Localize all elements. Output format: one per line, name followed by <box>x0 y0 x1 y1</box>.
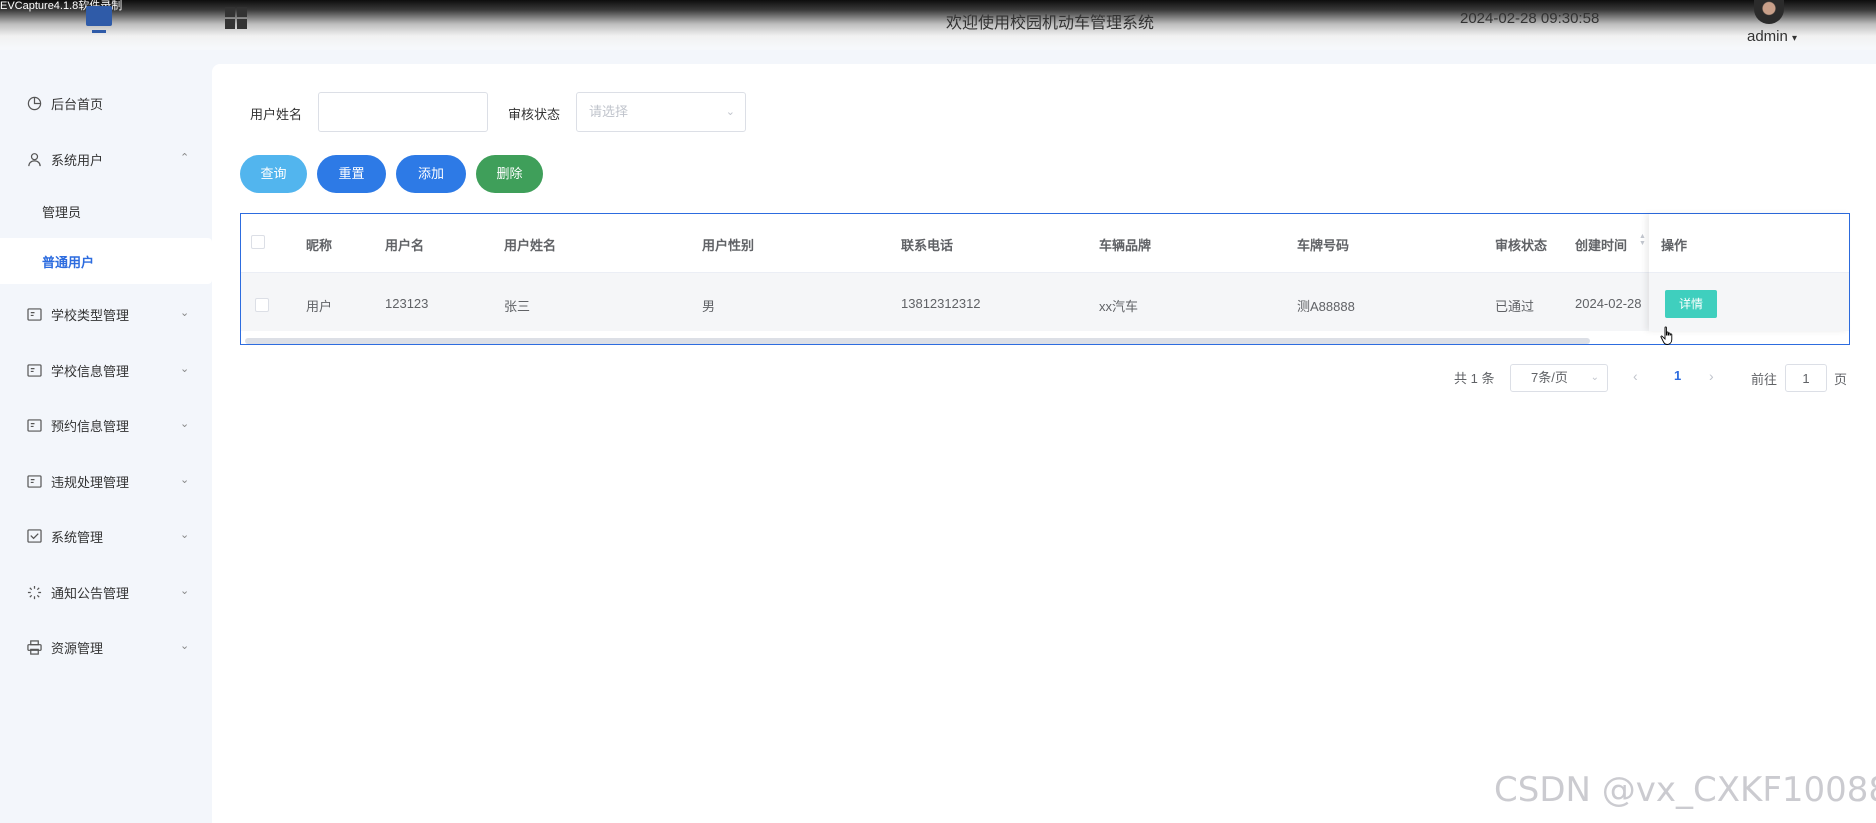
sidebar-subitem-admins[interactable]: 管理员 <box>0 188 212 234</box>
user-menu[interactable]: admin ▾ <box>1747 28 1797 45</box>
status-select[interactable]: 请选择 ⌄ <box>576 92 746 132</box>
column-header: 车牌号码 <box>1297 238 1350 253</box>
sidebar-item-label: 学校信息管理 <box>51 363 130 379</box>
current-page[interactable]: 1 <box>1674 368 1681 383</box>
sidebar-item-label: 资源管理 <box>51 640 104 656</box>
page-size-select[interactable]: 7条/页 ⌄ <box>1510 364 1608 392</box>
sidebar-subitem-label: 普通用户 <box>42 254 95 270</box>
sidebar-item-system-users[interactable]: 系统用户 ⌃ <box>0 134 212 184</box>
chevron-down-icon: ⌄ <box>180 363 190 375</box>
cell-vehicle-brand: xx汽车 <box>1099 299 1139 314</box>
horizontal-scrollbar[interactable] <box>245 338 1590 344</box>
id-card-icon <box>26 306 42 322</box>
avatar[interactable] <box>1754 0 1784 24</box>
sidebar-item-school-type[interactable]: 学校类型管理 ⌄ <box>0 289 212 339</box>
goto-label: 前往 <box>1751 372 1778 387</box>
sidebar-item-label: 学校类型管理 <box>51 307 130 323</box>
page-suffix-label: 页 <box>1834 372 1848 387</box>
name-search-label: 用户姓名 <box>250 107 303 122</box>
column-header: 用户名 <box>385 238 425 253</box>
sidebar-item-appointment[interactable]: 预约信息管理 ⌄ <box>0 400 212 450</box>
sidebar-item-label: 系统管理 <box>51 529 104 545</box>
chevron-down-icon: ⌄ <box>180 474 190 486</box>
cell-created-time: 2024-02-28 <box>1575 296 1642 311</box>
chevron-down-icon: ⌄ <box>180 640 190 652</box>
column-header: 用户姓名 <box>504 238 557 253</box>
loading-icon <box>26 584 42 600</box>
cell-review-status: 已通过 <box>1495 299 1535 314</box>
chevron-down-icon: ⌄ <box>725 106 735 118</box>
column-header: 用户性别 <box>702 238 755 253</box>
sidebar-item-notice[interactable]: 通知公告管理 ⌄ <box>0 567 212 617</box>
pie-chart-icon <box>26 95 42 111</box>
sort-icon[interactable]: ▲ ▼ <box>1639 233 1647 249</box>
detail-button[interactable]: 详情 <box>1665 290 1717 318</box>
status-search-label: 审核状态 <box>508 107 561 122</box>
chevron-down-icon: ⌄ <box>180 418 190 430</box>
reset-button[interactable]: 重置 <box>317 155 386 193</box>
id-card-icon <box>26 473 42 489</box>
system-title: 欢迎使用校园机动车管理系统 <box>945 15 1154 32</box>
cell-real-name: 张三 <box>504 299 531 314</box>
column-header: 联系电话 <box>901 238 954 253</box>
sidebar-item-label: 通知公告管理 <box>51 585 130 601</box>
status-select-placeholder: 请选择 <box>589 104 629 119</box>
row-checkbox[interactable] <box>255 298 269 312</box>
current-datetime: 2024-02-28 09:30:58 <box>1460 10 1600 27</box>
column-header: 昵称 <box>306 238 333 253</box>
sidebar-item-label: 后台首页 <box>51 96 104 112</box>
select-all-checkbox[interactable] <box>251 235 265 249</box>
column-header-created[interactable]: 创建时间 <box>1575 235 1627 254</box>
column-header: 车辆品牌 <box>1099 238 1152 253</box>
sidebar-item-resource[interactable]: 资源管理 ⌄ <box>0 622 212 672</box>
sidebar-item-system-manage[interactable]: 系统管理 ⌄ <box>0 511 212 561</box>
add-button[interactable]: 添加 <box>396 155 466 193</box>
cell-plate-number: 测A88888 <box>1297 299 1355 314</box>
goto-page-input[interactable] <box>1785 364 1827 392</box>
chevron-up-icon: ⌃ <box>180 152 190 164</box>
pagination-total: 共 1 条 <box>1454 371 1495 386</box>
cell-username: 123123 <box>385 296 429 311</box>
menu-grid-icon[interactable] <box>225 7 247 29</box>
column-header: 操作 <box>1661 238 1688 253</box>
page-size-value: 7条/页 <box>1531 370 1568 385</box>
sidebar-item-school-info[interactable]: 学校信息管理 ⌄ <box>0 345 212 395</box>
cell-phone: 13812312312 <box>901 296 981 311</box>
user-icon <box>26 151 42 167</box>
sidebar-subitem-label: 管理员 <box>42 204 82 220</box>
chevron-down-icon: ⌄ <box>180 529 190 541</box>
column-header: 审核状态 <box>1495 238 1548 253</box>
sidebar-item-label: 预约信息管理 <box>51 418 130 434</box>
monitor-logo-icon <box>86 6 112 34</box>
next-page-icon[interactable]: › <box>1709 368 1714 384</box>
name-search-input[interactable] <box>318 92 488 132</box>
chevron-down-icon: ▾ <box>1792 33 1798 44</box>
printer-icon <box>26 639 42 655</box>
check-box-icon <box>26 528 42 544</box>
sidebar-item-violation[interactable]: 违规处理管理 ⌄ <box>0 456 212 506</box>
watermark: CSDN @vx_CXKF10088 <box>1494 770 1876 810</box>
chevron-down-icon: ⌄ <box>1590 372 1599 383</box>
id-card-icon <box>26 417 42 433</box>
sidebar-item-home[interactable]: 后台首页 <box>0 78 212 128</box>
sidebar: 后台首页 系统用户 ⌃ 管理员 普通用户 学校类型管理 ⌄ 学校信息管理 ⌄ 预… <box>0 50 212 823</box>
user-table: 昵称 用户名 用户姓名 用户性别 联系电话 车辆品牌 车牌号码 审核状态 创建时… <box>240 213 1850 345</box>
hand-cursor-icon <box>1660 326 1673 345</box>
sidebar-subitem-normal-users[interactable]: 普通用户 <box>0 238 212 284</box>
prev-page-icon[interactable]: ‹ <box>1633 368 1638 384</box>
query-button[interactable]: 查询 <box>240 155 307 193</box>
sidebar-item-label: 违规处理管理 <box>51 474 130 490</box>
cell-nickname: 用户 <box>306 299 333 314</box>
header-divider <box>241 272 1849 273</box>
cell-gender: 男 <box>702 299 716 314</box>
chevron-down-icon: ⌄ <box>180 585 190 597</box>
user-name: admin <box>1747 28 1788 45</box>
sidebar-item-label: 系统用户 <box>51 152 104 168</box>
top-bar: EVCapture4.1.8软件录制 欢迎使用校园机动车管理系统 2024-02… <box>0 0 1876 50</box>
delete-button[interactable]: 删除 <box>476 155 543 193</box>
chevron-down-icon: ⌄ <box>180 307 190 319</box>
id-card-icon <box>26 362 42 378</box>
